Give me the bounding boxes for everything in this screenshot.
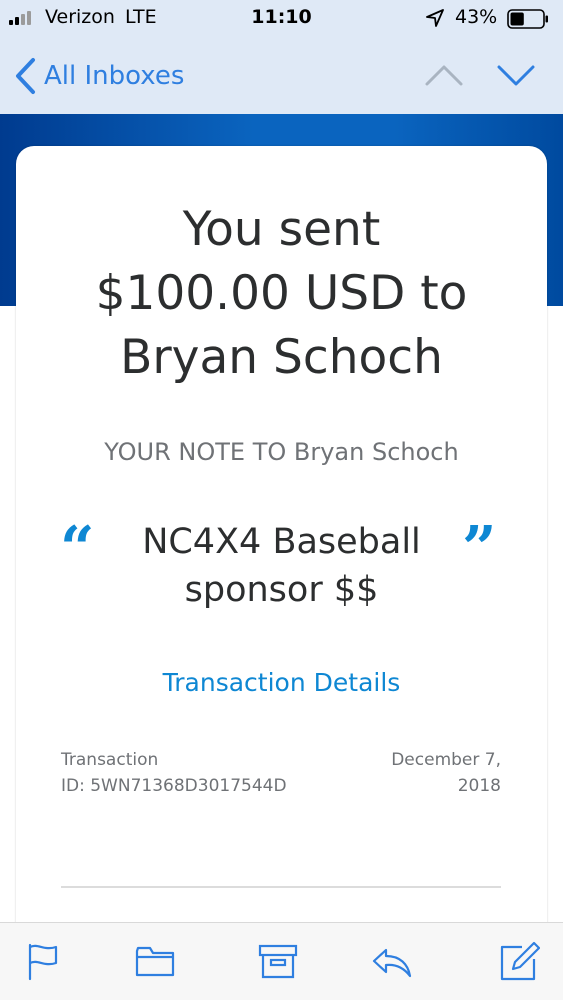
previous-message-button[interactable]: [424, 58, 464, 92]
header-area: Verizon LTE 11:10 43% All Inboxes: [0, 0, 563, 114]
folder-icon: [135, 946, 175, 977]
transaction-id-line: Transaction: [61, 750, 159, 770]
battery-percent: 43%: [455, 6, 498, 28]
status-bar: Verizon LTE 11:10 43%: [0, 0, 563, 40]
back-button[interactable]: All Inboxes: [14, 54, 184, 98]
transaction-date-line: December 7,: [391, 750, 501, 770]
compose-icon: [500, 941, 541, 981]
reply-icon: [372, 948, 412, 978]
note-line: sponsor $$: [184, 570, 379, 610]
next-message-button[interactable]: [496, 58, 536, 92]
transaction-date: December 7, 2018: [360, 747, 501, 799]
bottom-toolbar: [0, 922, 563, 1000]
location-arrow-icon: [426, 9, 444, 27]
archive-button[interactable]: [258, 941, 298, 981]
note-text: NC4X4 Baseball sponsor $$: [110, 518, 453, 614]
transaction-details-link[interactable]: Transaction Details: [0, 668, 563, 697]
headline-line: Bryan Schoch: [120, 330, 443, 385]
transaction-date-line: 2018: [457, 776, 501, 796]
open-quote-icon: “: [60, 514, 95, 584]
compose-button[interactable]: [500, 941, 541, 981]
flag-button[interactable]: [24, 941, 64, 981]
note-line: NC4X4 Baseball: [142, 522, 421, 562]
battery-icon: [507, 9, 548, 29]
headline-line: $100.00 USD to: [95, 266, 468, 321]
headline-line: You sent: [182, 202, 381, 257]
chevron-down-icon: [497, 65, 535, 86]
flag-icon: [28, 943, 58, 981]
close-quote-icon: ”: [462, 514, 497, 584]
email-body: You sent $100.00 USD to Bryan Schoch YOU…: [0, 114, 563, 922]
chevron-left-icon: [16, 58, 35, 94]
chevron-up-icon: [425, 65, 463, 86]
payment-headline: You sent $100.00 USD to Bryan Schoch: [0, 198, 563, 390]
navigation-bar: All Inboxes: [0, 40, 563, 114]
back-button-label: All Inboxes: [44, 61, 185, 91]
note-label: YOUR NOTE TO Bryan Schoch: [104, 438, 459, 466]
archive-icon: [258, 944, 298, 979]
transaction-id-line: ID: 5WN71368D3017544D: [61, 776, 287, 796]
reply-button[interactable]: [372, 941, 412, 981]
transaction-id: Transaction ID: 5WN71368D3017544D: [61, 747, 321, 799]
divider: [61, 886, 501, 888]
move-to-folder-button[interactable]: [135, 941, 175, 981]
